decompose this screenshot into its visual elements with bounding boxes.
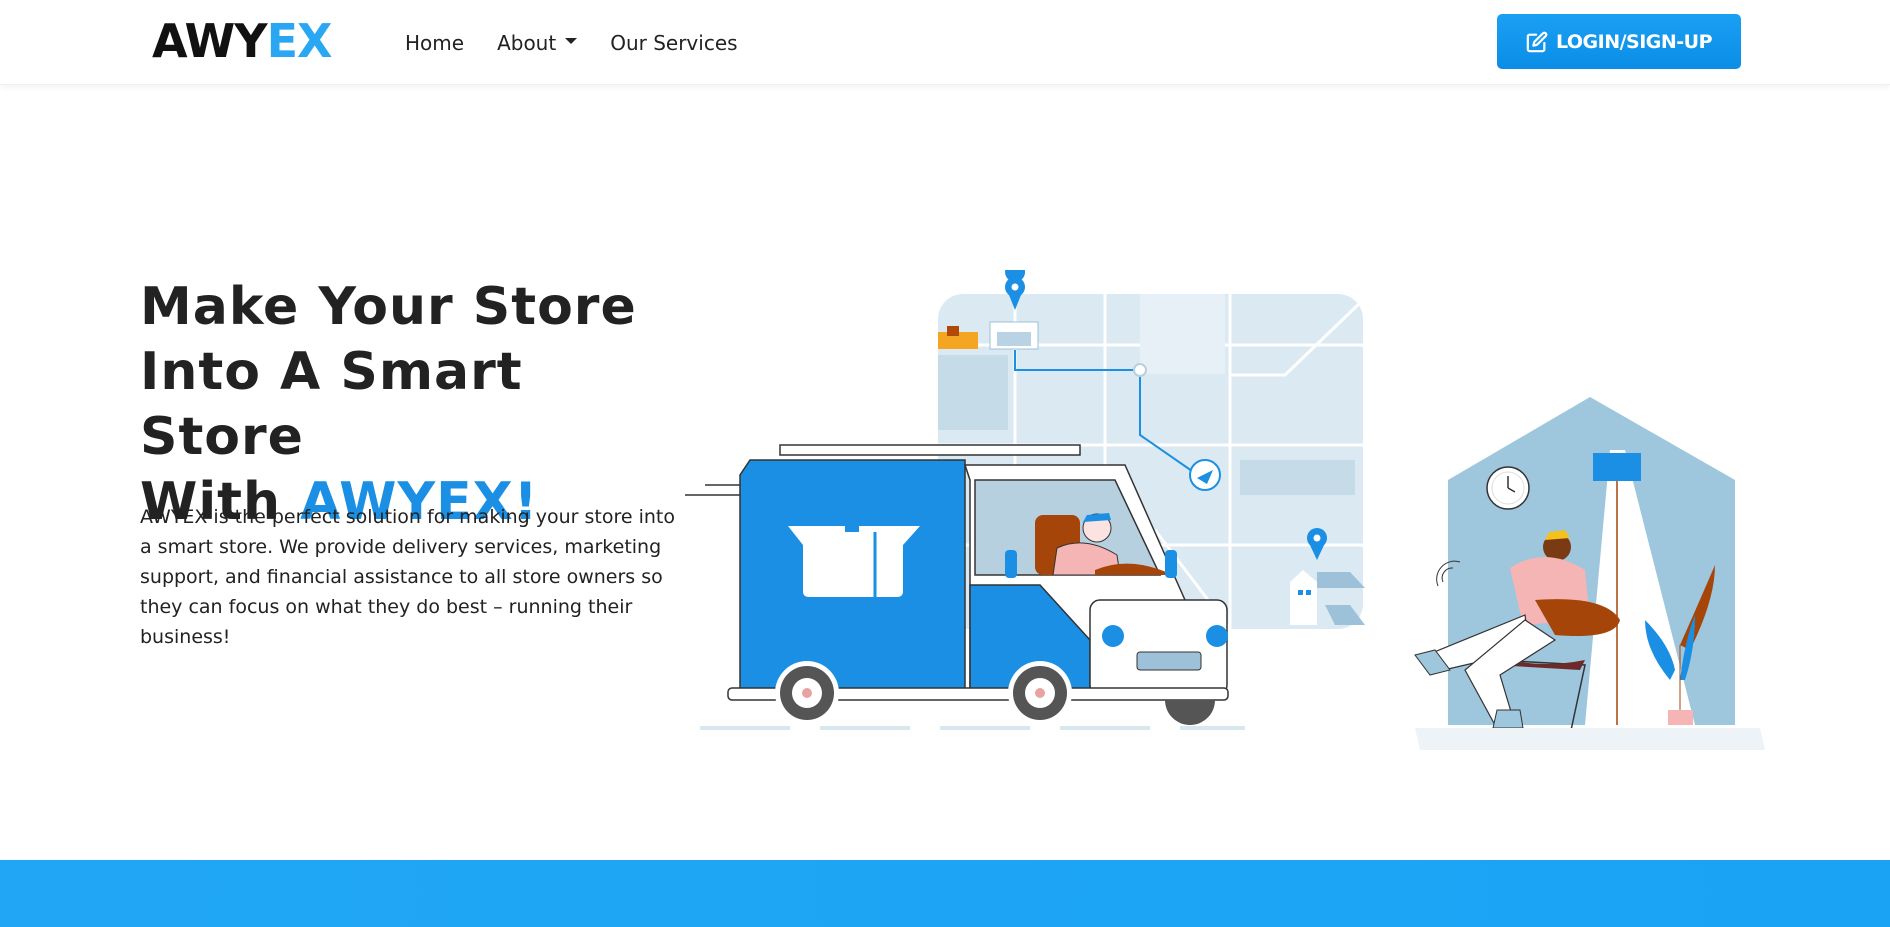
hero-title: Make Your Store Into A Smart Store With … (140, 275, 700, 535)
hero-description: AWYEX is the perfect solution for making… (140, 506, 675, 648)
login-signup-button[interactable]: LOGIN/SIGN-UP (1497, 14, 1741, 69)
nav-item-home[interactable]: Home (405, 31, 464, 55)
logo-text-blue: EX (266, 14, 333, 68)
hero-title-line1: Make Your Store (140, 277, 637, 337)
nav-item-about[interactable]: About (497, 30, 578, 55)
nav-menu: Home About Our Services (405, 0, 771, 85)
logo-text-dark: AWY (152, 14, 268, 68)
nav-item-our-services[interactable]: Our Services (610, 31, 737, 55)
edit-icon (1526, 31, 1548, 52)
section-band (0, 860, 1890, 927)
caret-down-icon (565, 37, 578, 44)
home-person-illustration (1414, 397, 1765, 750)
nav-item-label: About (497, 30, 557, 55)
navbar: AWY EX Home About Our Services LOGIN/SIGN… (0, 0, 1890, 85)
brand-logo[interactable]: AWY EX (152, 14, 333, 68)
delivery-illustration (685, 270, 1765, 750)
hero-title-line2: Into A Smart Store (140, 342, 523, 467)
nav-item-label: Our Services (610, 30, 738, 55)
nav-item-label: Home (405, 30, 465, 55)
login-signup-label: LOGIN/SIGN-UP (1555, 30, 1713, 53)
